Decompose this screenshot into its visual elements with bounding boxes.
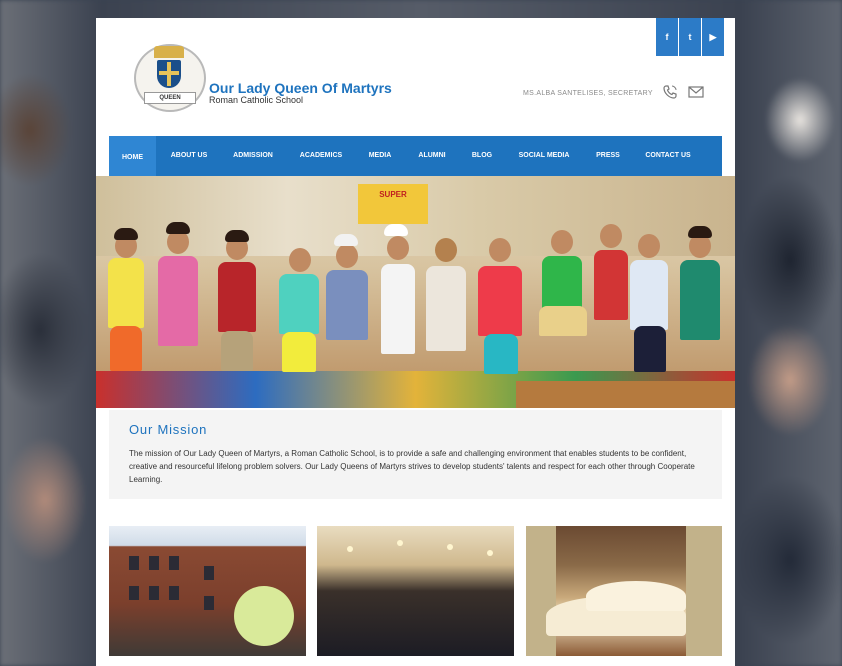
secretary-contact: MS.ALBA SANTELISES, SECRETARY [523,90,653,97]
nav-social-media[interactable]: SOCIAL MEDIA [502,136,586,176]
youtube-icon[interactable]: ▶ [702,18,724,56]
school-name[interactable]: Our Lady Queen Of Martyrs [209,80,392,96]
phone-icon[interactable] [662,84,678,100]
crown-icon [154,46,184,58]
nav-alumni[interactable]: ALUMNI [402,136,462,176]
twitter-icon[interactable]: t [679,18,701,56]
nav-media[interactable]: MEDIA [358,136,402,176]
mission-text: The mission of Our Lady Queen of Martyrs… [129,449,695,484]
church-assembly-photo[interactable] [317,526,514,656]
nav-academics[interactable]: ACADEMICS [284,136,358,176]
school-subtitle: Roman Catholic School [209,95,304,105]
nav-press[interactable]: PRESS [586,136,630,176]
school-building-photo[interactable] [109,526,306,656]
school-logo[interactable]: QUEEN [134,44,206,112]
mission-title: Our Mission [129,422,208,437]
facebook-icon[interactable]: f [656,18,678,56]
nav-admission[interactable]: ADMISSION [222,136,284,176]
logo-banner: QUEEN [144,92,196,104]
hero-image: SUPER [96,176,735,408]
page-container: QUEEN Our Lady Queen Of Martyrs Roman Ca… [96,18,735,666]
classroom-poster: SUPER [358,184,428,224]
nav-contact-us[interactable]: CONTACT US [630,136,706,176]
nav-about-us[interactable]: ABOUT US [156,136,222,176]
open-books-photo[interactable] [526,526,722,656]
main-navigation: HOME ABOUT US ADMISSION ACADEMICS MEDIA … [109,136,722,182]
mission-section: Our Mission The mission of Our Lady Quee… [109,410,722,499]
mail-icon[interactable] [688,86,704,98]
social-links: f t ▶ [656,18,725,56]
nav-blog[interactable]: BLOG [462,136,502,176]
